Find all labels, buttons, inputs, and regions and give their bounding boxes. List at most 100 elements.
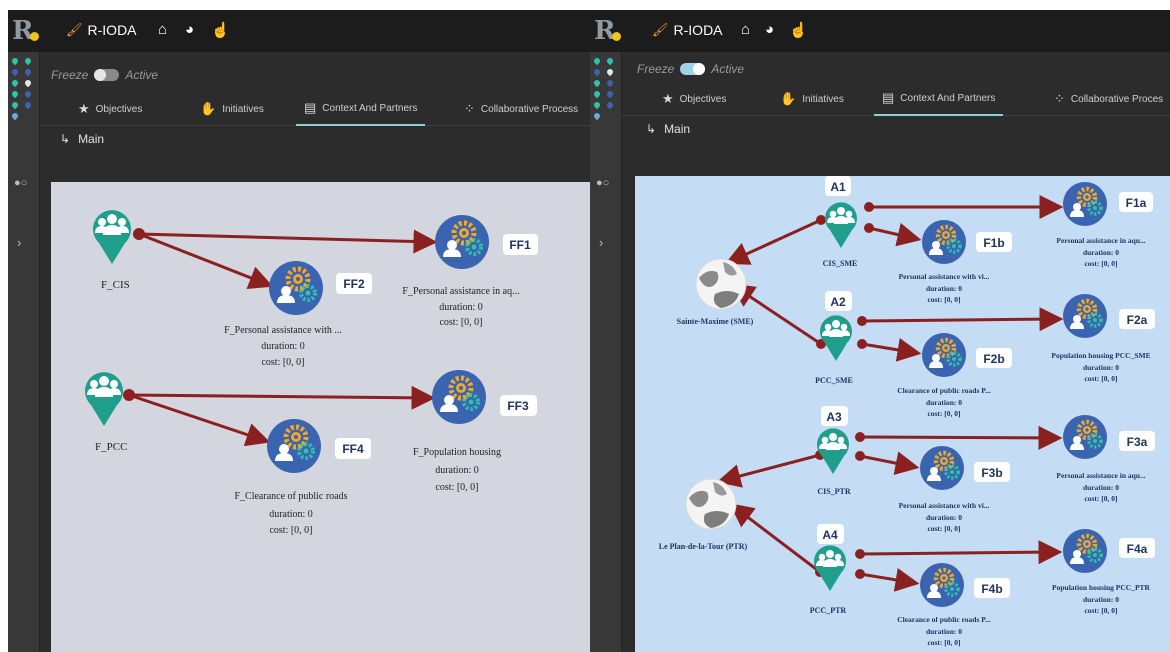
edge-handle[interactable]: [857, 339, 867, 349]
chevron-right-icon[interactable]: ›: [17, 235, 21, 250]
partner-a3-cis-ptr[interactable]: A3 CIS_PTR: [817, 406, 851, 496]
tab-initiatives[interactable]: ✋ Initiatives: [780, 82, 844, 116]
edge-fpcc-ff3[interactable]: [128, 385, 436, 410]
pin-icon[interactable]: [23, 78, 33, 88]
pin-icon[interactable]: [592, 89, 602, 99]
function-ff1[interactable]: FF1 F_Personal assistance in aq... durat…: [402, 215, 538, 328]
palette-icon[interactable]: ◕: [765, 21, 774, 38]
edge-handle[interactable]: [855, 549, 865, 559]
partner-f-cis[interactable]: F_CIS: [93, 210, 131, 291]
pin-icon[interactable]: [23, 67, 33, 77]
partner-label: F_PCC: [95, 441, 127, 453]
function-f4b[interactable]: F4b Clearance of public roads P... durat…: [897, 563, 1010, 647]
graph-svg[interactable]: Sainte-Maxime (SME) Le Plan-de-la-Tour (…: [635, 176, 1170, 652]
function-ff3[interactable]: FF3 F_Population housing duration: 0 cos…: [413, 370, 537, 493]
tab-initiatives[interactable]: ✋ Initiatives: [200, 92, 264, 126]
pin-icon[interactable]: [592, 100, 602, 110]
edge-pcc-ptr-entity[interactable]: [729, 503, 821, 574]
entity-sainte-maxime[interactable]: Sainte-Maxime (SME): [677, 258, 754, 326]
pin-icon[interactable]: [23, 89, 33, 99]
edge-pcc-sme-entity[interactable]: [730, 283, 822, 346]
tab-context-and-partners[interactable]: ▤ Context And Partners: [874, 82, 1004, 116]
tab-label: Objectives: [95, 103, 143, 115]
function-f1a[interactable]: F1a Personal assistance in aqu... durati…: [1056, 182, 1153, 268]
pin-icon[interactable]: [10, 56, 20, 66]
edge-handle[interactable]: [855, 432, 865, 442]
function-f2b[interactable]: F2b Clearance of public roads P... durat…: [897, 333, 1012, 418]
edge-fcis-ff2[interactable]: [138, 232, 274, 290]
toggle-dots-icon[interactable]: ●○: [14, 177, 27, 189]
edge-cis-ptr-entity[interactable]: [716, 453, 821, 488]
tab-collaborative-process[interactable]: ⁘ Collaborative Process: [464, 92, 578, 126]
graph-canvas[interactable]: Sainte-Maxime (SME) Le Plan-de-la-Tour (…: [635, 176, 1170, 652]
pin-icon[interactable]: [23, 56, 33, 66]
entity-le-plan-de-la-tour[interactable]: Le Plan-de-la-Tour (PTR): [659, 478, 748, 551]
pin-icon[interactable]: [605, 89, 615, 99]
toggle-dots-icon[interactable]: ●○: [596, 177, 609, 189]
graph-canvas[interactable]: F_CIS F_PCC FF1 F_Personal assistance in…: [51, 182, 601, 652]
pin-icon[interactable]: [10, 89, 20, 99]
chevron-right-icon[interactable]: ›: [599, 235, 603, 250]
partner-f-pcc[interactable]: F_PCC: [85, 372, 127, 453]
edge-cis-sme-entity[interactable]: [724, 218, 822, 265]
edge-a3-f3b[interactable]: [859, 451, 920, 475]
edge-handle[interactable]: [855, 569, 865, 579]
home-icon[interactable]: ⌂: [741, 21, 750, 38]
home-icon[interactable]: ⌂: [158, 21, 167, 38]
function-f3a[interactable]: F3a Personal assistance in aqu... durati…: [1056, 415, 1155, 503]
breadcrumb[interactable]: ↳ Main: [646, 122, 690, 136]
function-f1b[interactable]: F1b Personal assistance with vi... durat…: [899, 220, 1012, 304]
tab-objectives[interactable]: ★ Objectives: [662, 82, 726, 116]
pin-icon[interactable]: [10, 67, 20, 77]
pin-icon[interactable]: [23, 100, 33, 110]
edge-a1-f1b[interactable]: [868, 222, 922, 247]
tab-context-and-partners[interactable]: ▤ Context And Partners: [296, 92, 426, 126]
pin-icon[interactable]: [592, 67, 602, 77]
edge-a4-f4b[interactable]: [859, 568, 920, 592]
function-f4a[interactable]: F4a Population housing PCC_PTR duration:…: [1052, 529, 1155, 615]
app-title[interactable]: 🖌︎ R-IODA: [66, 22, 137, 38]
function-f2a[interactable]: F2a Population housing PCC_SME duration:…: [1051, 294, 1155, 383]
function-duration: duration: 0: [439, 302, 483, 313]
edge-handle[interactable]: [857, 316, 867, 326]
user-touch-icon[interactable]: ☝: [211, 21, 230, 39]
edge-handle[interactable]: [855, 451, 865, 461]
edge-fpcc-ff4[interactable]: [128, 393, 271, 447]
pin-icon[interactable]: [10, 78, 20, 88]
graph-svg[interactable]: F_CIS F_PCC FF1 F_Personal assistance in…: [51, 182, 601, 652]
edge-fcis-ff1[interactable]: [138, 229, 438, 254]
tag-label: F3b: [981, 466, 1002, 480]
pin-icon[interactable]: [605, 100, 615, 110]
edge-a2-f2a[interactable]: [861, 307, 1064, 332]
function-f3b[interactable]: F3b Personal assistance with vi... durat…: [899, 446, 1010, 533]
edge-handle[interactable]: [123, 389, 135, 401]
palette-icon[interactable]: ◕: [185, 21, 194, 38]
app-title[interactable]: 🖌︎ R-IODA: [652, 22, 723, 38]
edge-a2-f2b[interactable]: [861, 338, 922, 362]
pin-icon[interactable]: [605, 78, 615, 88]
function-cost: cost: [0, 0]: [1084, 606, 1117, 615]
freeze-toggle[interactable]: [680, 63, 706, 75]
gear-user-icon: [269, 261, 323, 315]
pin-icon[interactable]: [592, 111, 602, 121]
tab-collaborative-process[interactable]: ⁘ Collaborative Proces: [1054, 82, 1163, 116]
partner-a1-cis-sme[interactable]: A1 CIS_SME: [823, 176, 858, 268]
pin-icon[interactable]: [605, 67, 615, 77]
edge-handle[interactable]: [864, 223, 874, 233]
network-icon: ⁘: [464, 101, 475, 116]
partner-a2-pcc-sme[interactable]: A2 PCC_SME: [815, 291, 853, 385]
breadcrumb[interactable]: ↳ Main: [60, 132, 104, 146]
pin-icon[interactable]: [592, 56, 602, 66]
tab-objectives[interactable]: ★ Objectives: [78, 92, 142, 126]
edge-handle[interactable]: [816, 215, 826, 225]
pin-icon[interactable]: [605, 56, 615, 66]
edge-a4-f4a[interactable]: [859, 540, 1063, 565]
pin-icon[interactable]: [592, 78, 602, 88]
freeze-toggle[interactable]: [94, 69, 120, 81]
edge-handle[interactable]: [133, 228, 145, 240]
edge-handle[interactable]: [864, 202, 874, 212]
user-touch-icon[interactable]: ☝: [789, 21, 808, 39]
pin-icon[interactable]: [10, 111, 20, 121]
edge-a3-f3a[interactable]: [859, 425, 1063, 450]
pin-icon[interactable]: [10, 100, 20, 110]
